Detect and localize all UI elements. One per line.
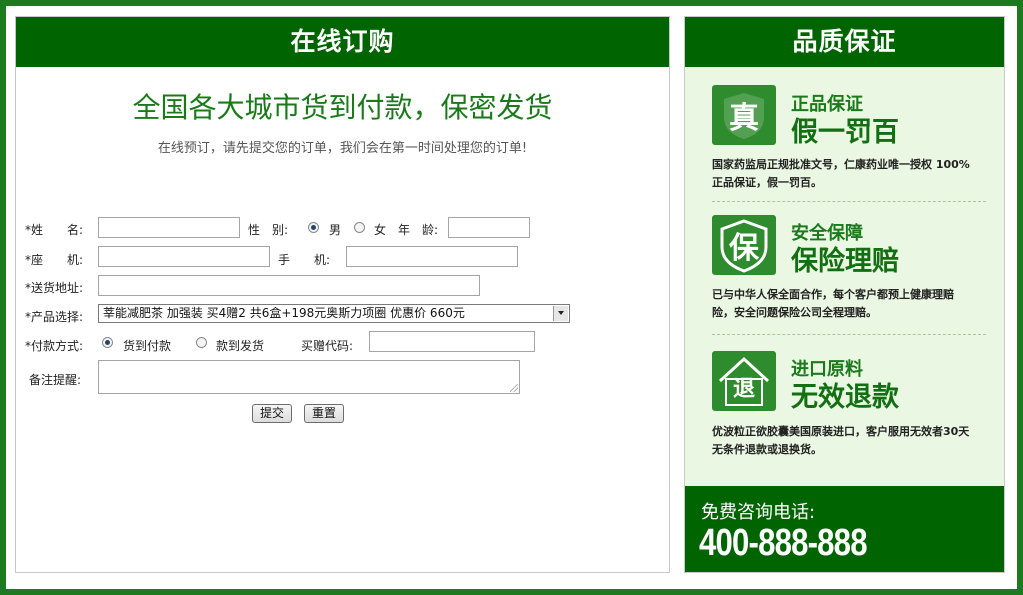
quality-item-headline: 保险理赔 — [791, 246, 899, 277]
address-label: *送货地址: — [25, 281, 84, 295]
order-panel-title: 在线订购 — [16, 17, 669, 67]
payment-cod-radio[interactable] — [102, 337, 113, 348]
quality-panel-title: 品质保证 — [685, 17, 1004, 67]
gender-female-radio[interactable] — [354, 222, 365, 233]
order-panel: 在线订购 全国各大城市货到付款，保密发货 在线预订，请先提交您的订单，我们会在第… — [15, 16, 670, 573]
hotline-label: 免费咨询电话: — [701, 502, 816, 523]
age-input[interactable] — [448, 217, 530, 238]
genuine-badge-icon: 真 — [712, 85, 776, 145]
product-select[interactable]: 莘能减肥茶 加强装 买4赠2 共6盒+198元奥斯力项圈 优惠价 660元 — [98, 304, 570, 323]
payment-prepay-label: 款到发货 — [216, 339, 265, 353]
phone-input[interactable] — [98, 246, 270, 267]
divider — [712, 334, 986, 335]
gender-label: 性 别: — [248, 223, 289, 237]
quality-panel: 品质保证 真 正品保证 假一罚百 国家药监局正规批准文号，仁康药业唯一授权 10… — [684, 16, 1005, 573]
age-label: 年 龄: — [398, 223, 439, 237]
order-subline: 在线预订，请先提交您的订单，我们会在第一时间处理您的订单! — [157, 141, 528, 156]
quality-item-desc: 优波粒正欲胶囊美国原装进口，客户服用无效者30天无条件退款或退换货。 — [712, 425, 970, 456]
referral-label: 买赠代码: — [301, 339, 354, 353]
quality-item-desc: 国家药监局正规批准文号，仁康药业唯一授权 100%正品保证，假一罚百。 — [712, 158, 970, 189]
product-label: *产品选择: — [25, 310, 84, 324]
gender-female-label: 女 — [374, 223, 387, 237]
divider — [712, 201, 986, 202]
quality-item-desc: 已与中华人保全面合作，每个客户都预上健康理赔险，安全问题保险公司全程理赔。 — [712, 288, 954, 319]
mobile-input[interactable] — [346, 246, 518, 267]
quality-item-headline: 无效退款 — [791, 382, 899, 413]
payment-cod-label: 货到付款 — [123, 339, 172, 353]
submit-button[interactable]: 提交 — [252, 404, 292, 423]
hotline-number[interactable]: 400-888-888 — [699, 522, 868, 565]
remark-label: 备注提醒: — [29, 373, 82, 387]
address-input[interactable] — [98, 275, 480, 296]
gender-male-radio[interactable] — [308, 222, 319, 233]
hotline-box: 免费咨询电话: 400-888-888 — [685, 486, 1004, 572]
mobile-label: 手 机: — [278, 253, 331, 267]
referral-input[interactable] — [369, 331, 535, 352]
name-input[interactable] — [98, 217, 240, 238]
gender-male-label: 男 — [329, 223, 342, 237]
name-label: *姓 名: — [25, 223, 84, 237]
order-headline: 全国各大城市货到付款，保密发货 — [132, 91, 553, 124]
insurance-shield-icon: 保 — [712, 215, 776, 275]
refund-house-icon: 退 — [712, 351, 776, 411]
remark-textarea[interactable] — [98, 360, 520, 394]
product-select-value: 莘能减肥茶 加强装 买4赠2 共6盒+198元奥斯力项圈 优惠价 660元 — [103, 306, 465, 320]
phone-label: *座 机: — [25, 253, 84, 267]
payment-prepay-radio[interactable] — [196, 337, 207, 348]
reset-button[interactable]: 重置 — [304, 404, 344, 423]
quality-item-headline: 假一罚百 — [791, 117, 899, 148]
chevron-down-icon[interactable] — [553, 306, 568, 321]
payment-label: *付款方式: — [25, 339, 84, 353]
